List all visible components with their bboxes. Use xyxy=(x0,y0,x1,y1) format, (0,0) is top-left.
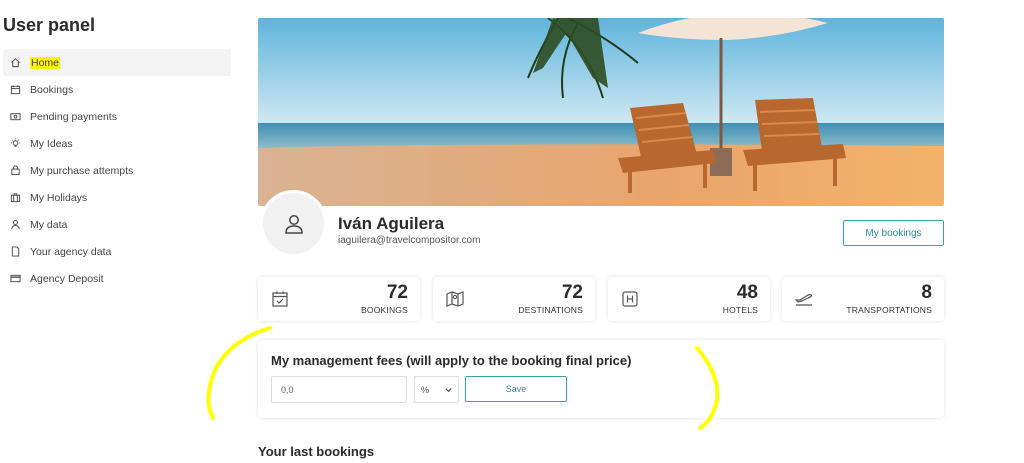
sidebar-nav: Home Bookings Pending payments My Ideas … xyxy=(3,49,231,292)
stat-value: 72 xyxy=(386,282,408,303)
user-avatar-icon xyxy=(284,214,303,234)
calendar-check-icon xyxy=(270,289,290,309)
user-email: iaguilera@travelcompositor.com xyxy=(338,235,481,246)
my-bookings-button[interactable]: My bookings xyxy=(843,220,944,246)
sidebar-title: User panel xyxy=(3,15,96,35)
fee-amount-input[interactable] xyxy=(271,376,407,403)
sidebar: User panel Home Bookings Pending payment… xyxy=(0,0,235,463)
shopping-bag-icon xyxy=(9,165,21,177)
sidebar-item-label: Home xyxy=(30,56,61,69)
hotel-icon xyxy=(620,289,640,309)
stat-value: 72 xyxy=(561,282,583,303)
management-fees-card: My management fees (will apply to the bo… xyxy=(258,340,944,418)
sidebar-item-my-ideas[interactable]: My Ideas xyxy=(3,130,231,157)
sidebar-item-agency-data[interactable]: Your agency data xyxy=(3,238,231,265)
suitcase-icon xyxy=(9,192,21,204)
stat-card-bookings: 72 BOOKINGS xyxy=(258,277,420,321)
sidebar-item-label: Bookings xyxy=(30,83,74,96)
credit-card-icon xyxy=(9,273,21,285)
fee-unit-value: % xyxy=(421,384,430,395)
sidebar-item-bookings[interactable]: Bookings xyxy=(3,76,231,103)
user-name: Iván Aguilera xyxy=(338,214,445,233)
stat-card-hotels: 48 HOTELS xyxy=(608,277,770,321)
fee-unit-select[interactable]: % xyxy=(414,376,459,403)
stat-label: TRANSPORTATIONS xyxy=(846,305,932,315)
document-icon xyxy=(9,246,21,258)
map-icon xyxy=(445,289,465,309)
user-icon xyxy=(9,219,21,231)
sidebar-item-label: My data xyxy=(30,218,68,231)
sidebar-item-label: Agency Deposit xyxy=(30,272,104,285)
lightbulb-icon xyxy=(9,138,21,150)
calendar-icon xyxy=(9,84,21,96)
home-icon xyxy=(9,57,21,69)
sidebar-item-label: Pending payments xyxy=(30,110,117,123)
sidebar-item-purchase-attempts[interactable]: My purchase attempts xyxy=(3,157,231,184)
sidebar-item-my-holidays[interactable]: My Holidays xyxy=(3,184,231,211)
sidebar-item-label: My Holidays xyxy=(30,191,88,204)
profile-banner-image xyxy=(258,18,944,206)
stat-card-destinations: 72 DESTINATIONS xyxy=(433,277,595,321)
stat-value: 8 xyxy=(921,282,932,303)
avatar xyxy=(260,190,327,257)
stat-card-transportations: 8 TRANSPORTATIONS xyxy=(782,277,944,321)
sidebar-item-my-data[interactable]: My data xyxy=(3,211,231,238)
sidebar-item-agency-deposit[interactable]: Agency Deposit xyxy=(3,265,231,292)
plane-icon xyxy=(794,289,814,309)
stat-label: HOTELS xyxy=(722,305,758,315)
sidebar-item-label: Your agency data xyxy=(30,245,112,258)
chevron-down-icon xyxy=(444,385,453,394)
stat-label: BOOKINGS xyxy=(361,305,408,315)
sidebar-item-label: My Ideas xyxy=(30,137,73,150)
stat-value: 48 xyxy=(736,282,758,303)
sidebar-item-label: My purchase attempts xyxy=(30,164,134,177)
last-bookings-title: Your last bookings xyxy=(258,444,375,459)
stat-label: DESTINATIONS xyxy=(518,305,583,315)
money-icon xyxy=(9,111,21,123)
management-fees-title: My management fees (will apply to the bo… xyxy=(271,353,632,368)
sidebar-item-home[interactable]: Home xyxy=(3,49,231,76)
save-button[interactable]: Save xyxy=(465,376,567,402)
sidebar-item-pending-payments[interactable]: Pending payments xyxy=(3,103,231,130)
